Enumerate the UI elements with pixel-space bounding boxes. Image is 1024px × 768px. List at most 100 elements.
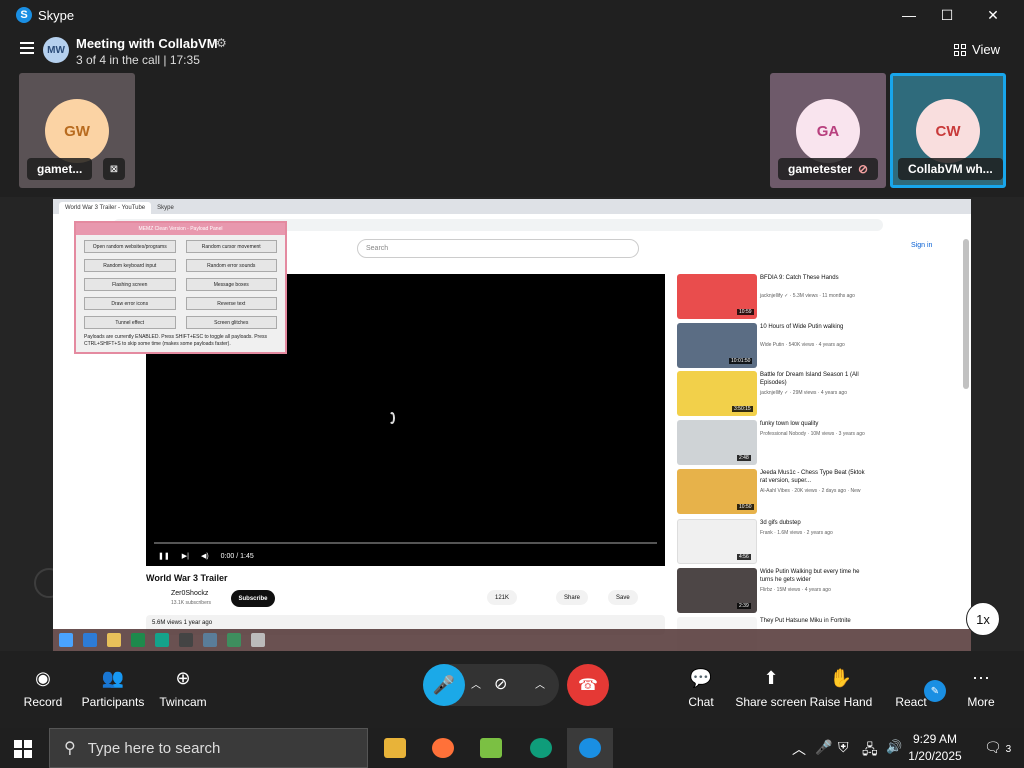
firefox-icon[interactable]: [420, 728, 466, 768]
pause-icon[interactable]: ❚❚: [158, 552, 170, 560]
volume-icon[interactable]: ◀): [201, 552, 209, 560]
maximize-button[interactable]: ☐: [924, 0, 970, 30]
network-icon[interactable]: 🖧: [862, 739, 878, 763]
rec-meta: jacknjellify ✓ · 29M views · 4 years ago: [760, 390, 847, 396]
more-label: More: [967, 695, 995, 709]
remote-taskbar: [53, 629, 971, 651]
app-icon: [227, 633, 241, 647]
avatar: CW: [916, 99, 980, 163]
participant-tile-ga[interactable]: GA gametester ⊘: [770, 73, 886, 188]
record-button[interactable]: ◉ Record: [6, 665, 80, 710]
camera-off-icon[interactable]: ⊘: [494, 674, 507, 694]
duration-badge: 2:48: [737, 455, 751, 461]
notification-count: 3: [1005, 744, 1012, 755]
playback-speed-button[interactable]: 1x: [966, 602, 1000, 636]
title-bar: S Skype — ☐ ✕: [0, 0, 1024, 30]
ie-icon: [83, 633, 97, 647]
payload-button[interactable]: Reverse text: [185, 297, 277, 310]
view-button[interactable]: View: [954, 42, 1000, 57]
share-screen-button[interactable]: ⬆ Share screen: [734, 665, 808, 710]
recommendation-item[interactable]: 3:50:15 Battle for Dream Island Season 1…: [677, 371, 937, 416]
start-button[interactable]: [14, 740, 32, 758]
rec-title: Wide Putin Walking but every time he tur…: [760, 569, 860, 583]
more-button[interactable]: ⋯ More: [944, 665, 1018, 710]
rec-meta: Wide Putin · 540K views · 4 years ago: [760, 342, 845, 348]
scrollbar[interactable]: [963, 239, 969, 389]
end-call-button[interactable]: ☎: [567, 664, 609, 706]
like-button[interactable]: 121K: [487, 590, 518, 605]
microphone-tray-icon[interactable]: 🎤: [815, 739, 832, 756]
react-label: React: [895, 695, 927, 709]
payload-button[interactable]: Random error sounds: [185, 259, 277, 272]
participant-tile-cw[interactable]: CW CollabVM wh...: [890, 73, 1006, 188]
participants-button[interactable]: 👥 Participants: [76, 665, 150, 710]
microphone-icon: 🎤: [432, 674, 456, 695]
security-icon[interactable]: ⛨: [838, 739, 849, 756]
payload-button[interactable]: Tunnel effect: [84, 316, 176, 329]
gear-icon[interactable]: ⚙: [216, 36, 227, 50]
youtube-search-input[interactable]: Search: [357, 239, 639, 258]
subscriber-count: 13.1K subscribers: [171, 600, 212, 606]
participant-tile-gw[interactable]: GW gamet... ⊠: [19, 73, 135, 188]
close-button[interactable]: ✕: [970, 0, 1016, 30]
file-explorer-icon[interactable]: [372, 728, 418, 768]
next-icon[interactable]: ▶|: [182, 552, 189, 560]
recommendation-item[interactable]: 10:50 Jeeda Mus1c - Chess Type Beat (5kt…: [677, 469, 937, 514]
recommendation-item[interactable]: 2:39 Wide Putin Walking but every time h…: [677, 568, 937, 613]
skype-logo-icon: S: [16, 7, 32, 23]
share-screen-label: Share screen: [735, 695, 807, 709]
microphone-button[interactable]: 🎤: [423, 664, 465, 706]
payload-panel-window: MEMZ Clean Version - Payload Panel Open …: [74, 221, 287, 354]
twincam-button[interactable]: ⊕ Twincam: [146, 665, 220, 710]
app-icon: [203, 633, 217, 647]
payload-button[interactable]: Draw error icons: [84, 297, 176, 310]
skype-taskbar-icon[interactable]: [567, 728, 613, 768]
browser-tab[interactable]: World War 3 Trailer - YouTube: [59, 202, 152, 214]
subscribe-button[interactable]: Subscribe: [231, 590, 275, 607]
rec-meta: Frank · 1.6M views · 2 years ago: [760, 530, 833, 536]
recommendation-item[interactable]: 10:01:50 10 Hours of Wide Putin walking …: [677, 323, 937, 368]
raise-hand-label: Raise Hand: [809, 695, 873, 709]
raise-hand-button[interactable]: ✋ Raise Hand: [804, 665, 878, 710]
chat-button[interactable]: 💬 Chat: [664, 665, 738, 710]
duration-badge: 2:39: [737, 603, 751, 609]
panel-title: MEMZ Clean Version - Payload Panel: [76, 223, 285, 235]
rec-title: 10 Hours of Wide Putin walking: [760, 324, 844, 330]
meeting-header: MW Meeting with CollabVM ⚙ 3 of 4 in the…: [0, 30, 1024, 70]
hang-up-icon: ☎: [578, 677, 598, 694]
payload-button[interactable]: Flashing screen: [84, 278, 176, 291]
payload-button[interactable]: Random keyboard input: [84, 259, 176, 272]
save-button[interactable]: Save: [608, 590, 638, 605]
avatar: GA: [796, 99, 860, 163]
recommendation-item[interactable]: 4:56 3d gifs dubstep Frank · 1.6M views …: [677, 519, 937, 564]
notification-glyph: 🗨: [984, 739, 1002, 755]
notifications-icon[interactable]: 🗨 3: [984, 739, 1011, 756]
notepad-icon[interactable]: [468, 728, 514, 768]
player-time: 0:00 / 1:45: [220, 552, 254, 560]
taskbar-clock[interactable]: 9:29 AM 1/20/2025: [905, 731, 965, 765]
record-label: Record: [23, 695, 63, 709]
menu-icon[interactable]: [20, 42, 34, 57]
channel-name[interactable]: Zer0Shockz: [171, 590, 208, 597]
payload-button[interactable]: Open random websites/programs: [84, 240, 176, 253]
app-title: Skype: [38, 7, 75, 23]
payload-button[interactable]: Screen glitches: [185, 316, 277, 329]
progress-bar[interactable]: [154, 542, 657, 544]
payload-button[interactable]: Random cursor movement: [185, 240, 277, 253]
recommendation-item[interactable]: 2:48 funky town low quality Professional…: [677, 420, 937, 465]
pen-icon[interactable]: ✎: [924, 680, 946, 702]
participant-name: gamet...: [27, 158, 93, 180]
camera-options-chevron-icon[interactable]: ︿: [535, 676, 545, 691]
share-button[interactable]: Share: [556, 590, 589, 605]
volume-icon[interactable]: 🔊: [886, 739, 902, 755]
edge-icon[interactable]: [518, 728, 564, 768]
sign-in-link[interactable]: Sign in: [911, 242, 932, 249]
loading-spinner-icon: [389, 412, 395, 424]
mic-options-chevron-icon[interactable]: ︿: [471, 676, 481, 691]
taskbar-search[interactable]: ⚲ Type here to search: [49, 728, 368, 768]
browser-tab[interactable]: Skype: [151, 202, 180, 214]
payload-button[interactable]: Message boxes: [185, 278, 277, 291]
participants-label: Participants: [81, 695, 145, 709]
recommendation-item[interactable]: 10:59 BFDIA 9: Catch These Hands jacknje…: [677, 274, 937, 319]
show-hidden-icons-chevron-icon[interactable]: ︿: [792, 739, 806, 759]
